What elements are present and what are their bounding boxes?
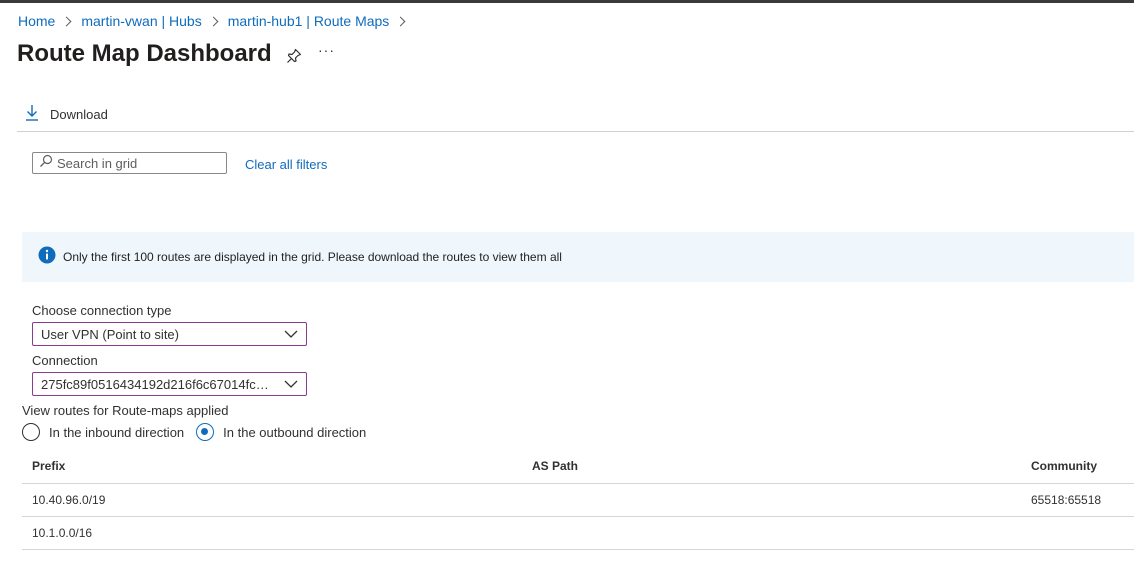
cell-prefix: 10.40.96.0/19	[32, 493, 106, 507]
pin-icon[interactable]	[285, 47, 303, 65]
chevron-right-icon	[61, 16, 72, 26]
info-icon	[38, 246, 56, 269]
chevron-right-icon	[395, 16, 406, 26]
table-row[interactable]: 10.1.0.0/16	[22, 517, 1134, 550]
cell-community: 65518:65518	[1031, 493, 1102, 507]
download-button[interactable]: Download	[24, 104, 108, 125]
breadcrumb-hubs[interactable]: martin-vwan | Hubs	[81, 13, 201, 29]
toolbar-divider	[17, 131, 1134, 132]
routes-grid: Prefix AS Path Community 10.40.96.0/19 6…	[22, 450, 1134, 550]
search-icon	[33, 154, 53, 173]
info-banner: Only the first 100 routes are displayed …	[22, 232, 1134, 282]
inbound-radio-label[interactable]: In the inbound direction	[49, 425, 184, 440]
direction-radio-group: In the inbound direction In the outbound…	[22, 423, 378, 441]
search-input[interactable]	[57, 155, 217, 171]
breadcrumb: Home martin-vwan | Hubs martin-hub1 | Ro…	[18, 13, 415, 29]
connection-value: 275fc89f0516434192d216f6c67014fc-c...	[41, 376, 271, 392]
connection-dropdown[interactable]: 275fc89f0516434192d216f6c67014fc-c...	[32, 372, 307, 396]
column-header-prefix[interactable]: Prefix	[32, 450, 65, 482]
column-header-as-path[interactable]: AS Path	[532, 450, 578, 482]
outbound-radio-label[interactable]: In the outbound direction	[223, 425, 366, 440]
download-icon	[24, 104, 50, 125]
connection-label: Connection	[32, 353, 98, 368]
top-bar	[0, 0, 1134, 3]
table-row[interactable]: 10.40.96.0/19 65518:65518	[22, 484, 1134, 517]
cell-prefix: 10.1.0.0/16	[32, 526, 93, 540]
column-header-community[interactable]: Community	[1031, 450, 1097, 482]
info-message: Only the first 100 routes are displayed …	[63, 250, 562, 264]
inbound-radio[interactable]	[22, 423, 40, 441]
outbound-radio[interactable]	[196, 423, 215, 441]
breadcrumb-home[interactable]: Home	[18, 13, 55, 29]
clear-filters-link[interactable]: Clear all filters	[245, 157, 327, 172]
connection-type-dropdown[interactable]: User VPN (Point to site)	[32, 322, 307, 346]
grid-header-row: Prefix AS Path Community	[22, 450, 1134, 484]
chevron-down-icon	[284, 377, 298, 392]
breadcrumb-route-maps[interactable]: martin-hub1 | Route Maps	[228, 13, 390, 29]
download-label: Download	[50, 107, 108, 122]
connection-type-label: Choose connection type	[32, 303, 172, 318]
chevron-down-icon	[284, 327, 298, 342]
connection-type-value: User VPN (Point to site)	[41, 326, 179, 342]
chevron-right-icon	[208, 16, 219, 26]
search-box[interactable]	[32, 152, 227, 174]
more-options-button[interactable]: ···	[318, 42, 335, 58]
direction-label: View routes for Route-maps applied	[22, 403, 229, 418]
page-title: Route Map Dashboard	[17, 40, 272, 67]
